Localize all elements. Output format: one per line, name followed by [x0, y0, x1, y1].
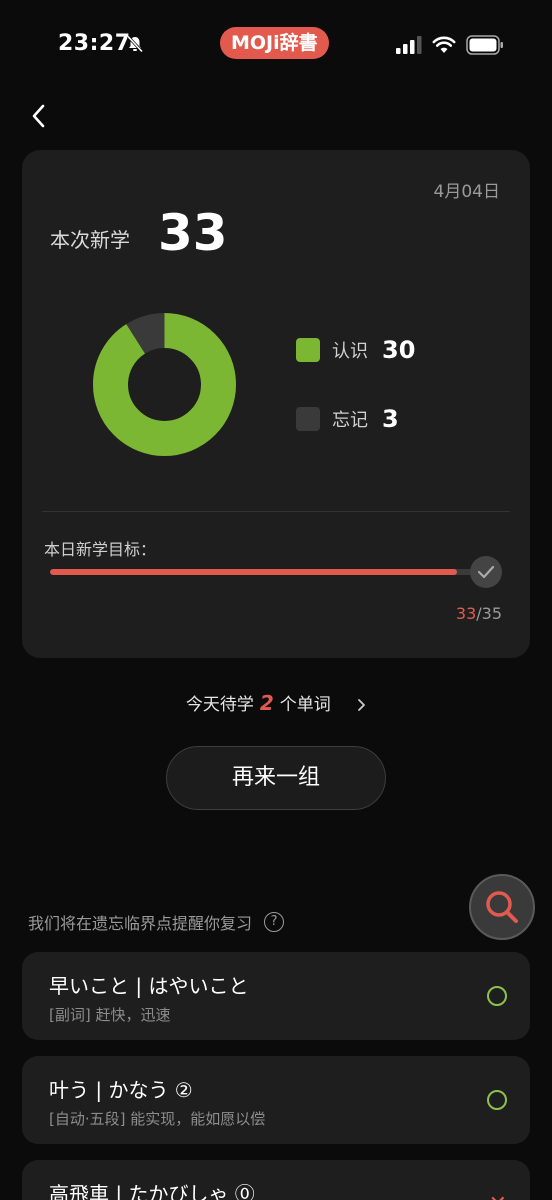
legend-known-swatch [296, 338, 320, 362]
pending-words-link[interactable]: 今天待学 2 个单词 [0, 690, 552, 715]
card-divider [42, 511, 510, 512]
goal-done: 33 [455, 604, 477, 623]
back-chevron-icon[interactable] [28, 101, 50, 131]
word-card[interactable]: 高飛車 | たかびしゃ ⓪ ✕ [22, 1160, 530, 1200]
search-fab-button[interactable] [469, 874, 535, 940]
legend-known: 认识 30 [296, 336, 416, 364]
word-card[interactable]: 叶う | かなう ② [自动·五段] 能实现，能如愿以偿 [22, 1056, 530, 1144]
session-date: 4月04日 [433, 182, 500, 202]
donut-known-arc [93, 313, 236, 456]
word-card[interactable]: 早いこと | はやいこと [副词] 赶快，迅速 [22, 952, 530, 1040]
known-status-icon [487, 1090, 507, 1110]
pending-prefix: 今天待学 [185, 695, 254, 715]
review-reminder-text: 我们将在遗忘临界点提醒你复习 [28, 914, 253, 933]
word-title: 高飛車 | たかびしゃ ⓪ [49, 1182, 255, 1200]
word-definition: [自动·五段] 能实现，能如愿以偿 [49, 1110, 266, 1128]
status-bar: 23:27 MOJi辞書 [0, 0, 552, 90]
legend-known-label: 认识 [332, 341, 368, 362]
review-reminder: 我们将在遗忘临界点提醒你复习 ? [28, 910, 285, 934]
goal-check-button [470, 556, 502, 588]
daily-goal-progress-fill [50, 569, 458, 575]
status-time: 23:27 [58, 31, 131, 56]
pending-count: 2 [259, 691, 274, 715]
new-words-label: 本次新学 [50, 228, 130, 252]
wifi-icon [432, 36, 456, 53]
goal-total: 35 [481, 604, 502, 623]
chevron-right-icon [358, 699, 366, 711]
daily-goal-label: 本日新学目标： [44, 540, 157, 559]
help-icon[interactable]: ? [264, 912, 285, 932]
check-icon [477, 565, 495, 579]
cellular-signal-icon [396, 36, 422, 54]
new-words-count: 33 [158, 204, 228, 262]
battery-icon [466, 35, 503, 55]
study-again-button[interactable]: 再来一组 [166, 746, 386, 810]
word-title: 早いこと | はやいこと [49, 974, 249, 998]
known-forgotten-donut-chart [93, 313, 236, 456]
legend-forgotten-swatch [296, 407, 320, 431]
search-icon [486, 891, 518, 923]
study-summary-card: 4月04日 本次新学 33 认识 30 忘记 3 本日新学目标： 33/35 [22, 150, 530, 658]
daily-goal-progress-bar [50, 569, 482, 575]
daily-goal-count: 33/35 [456, 604, 502, 623]
legend-forgotten-value: 3 [382, 405, 399, 433]
word-title: 叶う | かなう ② [49, 1078, 193, 1102]
app-badge: MOJi辞書 [220, 27, 329, 59]
forgotten-status-icon: ✕ [489, 1192, 507, 1200]
bell-off-icon [126, 35, 144, 53]
legend-forgotten-label: 忘记 [332, 410, 368, 431]
pending-suffix: 个单词 [279, 695, 331, 715]
legend-known-value: 30 [382, 336, 416, 364]
known-status-icon [487, 986, 507, 1006]
legend-forgotten: 忘记 3 [296, 405, 399, 433]
word-definition: [副词] 赶快，迅速 [49, 1006, 171, 1024]
